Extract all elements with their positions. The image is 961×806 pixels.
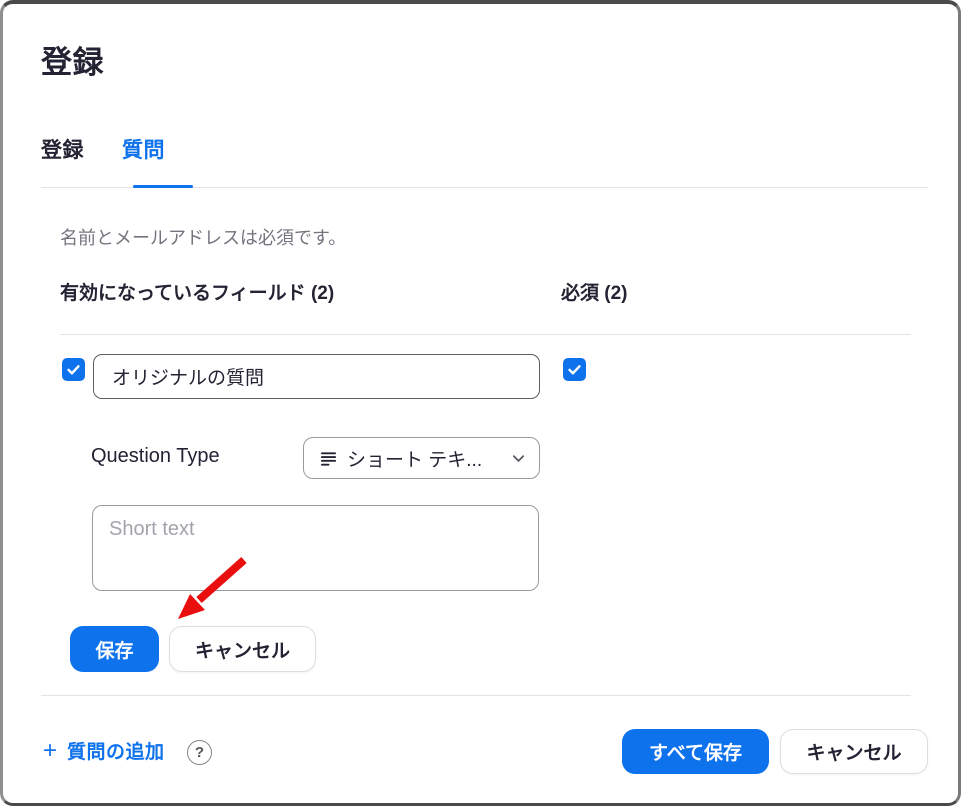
plus-icon: + xyxy=(43,739,57,763)
column-header-enabled-fields: 有効になっているフィールド (2) xyxy=(60,278,334,305)
help-icon[interactable]: ? xyxy=(187,740,212,765)
short-text-icon xyxy=(320,450,337,467)
tab-registration[interactable]: 登録 xyxy=(41,134,84,164)
enabled-checkbox[interactable] xyxy=(62,358,85,381)
cancel-button[interactable]: キャンセル xyxy=(169,626,316,672)
tab-bar: 登録 質問 xyxy=(41,134,165,164)
registration-dialog: 登録 登録 質問 名前とメールアドレスは必須です。 有効になっているフィールド … xyxy=(0,0,961,806)
footer-divider xyxy=(41,695,911,696)
checkmark-icon xyxy=(65,361,82,378)
required-checkbox[interactable] xyxy=(563,358,586,381)
column-header-required: 必須 (2) xyxy=(561,278,628,305)
answer-preview-textarea[interactable] xyxy=(92,505,539,591)
add-question-label: 質問の追加 xyxy=(67,737,165,764)
save-button[interactable]: 保存 xyxy=(70,626,159,672)
active-tab-indicator xyxy=(133,185,193,188)
question-type-value: ショート テキ... xyxy=(347,445,501,472)
question-title-input[interactable] xyxy=(93,354,540,399)
cancel-all-button[interactable]: キャンセル xyxy=(780,729,928,774)
chevron-down-icon xyxy=(511,451,526,466)
question-type-label: Question Type xyxy=(91,445,220,468)
question-type-dropdown[interactable]: ショート テキ... xyxy=(303,437,540,479)
dialog-title: 登録 xyxy=(41,37,104,82)
annotation-arrow-icon xyxy=(3,4,961,806)
header-divider xyxy=(60,334,911,335)
add-question-link[interactable]: + 質問の追加 xyxy=(43,737,165,764)
checkmark-icon xyxy=(566,361,583,378)
save-all-button[interactable]: すべて保存 xyxy=(622,729,769,774)
tab-questions[interactable]: 質問 xyxy=(122,134,165,164)
required-note: 名前とメールアドレスは必須です。 xyxy=(60,224,346,250)
